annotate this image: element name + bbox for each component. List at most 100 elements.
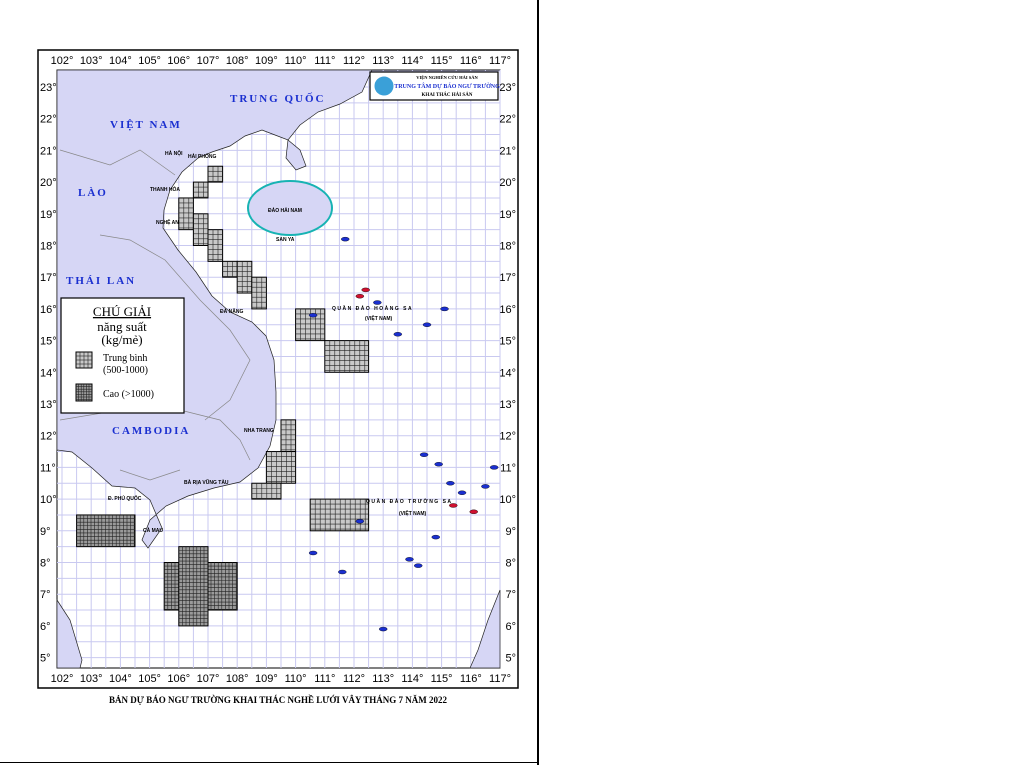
latitude-tick: 14°: [499, 367, 516, 379]
medium-yield-cell: [192, 181, 209, 199]
fishing-spot: [338, 569, 347, 575]
fishing-spot: [457, 490, 467, 495]
fishing-spot: [373, 300, 382, 305]
institute-logo-icon: [373, 75, 395, 97]
longitude-tick: 113°: [372, 673, 394, 685]
latitude-tick: 12°: [499, 431, 516, 443]
latitude-tick: 10°: [40, 494, 57, 506]
label-phuquoc: Đ. PHÚ QUỐC: [108, 495, 142, 502]
latitude-tick: 5°: [505, 653, 516, 665]
longitude-tick: 106°: [167, 673, 190, 685]
label-thailand: THÁI LAN: [66, 275, 136, 287]
fishing-spot: [431, 534, 440, 540]
latitude-tick: 11°: [500, 462, 516, 474]
fishing-spot: [308, 313, 318, 318]
fishing-spot: [422, 322, 432, 327]
label-truongsa-vn: (VIỆT NAM): [399, 509, 427, 517]
latitude-tick: 6°: [505, 621, 516, 633]
fishing-spot: [489, 465, 499, 470]
latitude-tick: 23°: [499, 82, 516, 94]
legend-medium-range: (500-1000): [103, 365, 148, 376]
fishing-spot: [405, 557, 414, 562]
latitude-tick: 14°: [40, 367, 57, 379]
latitude-tick: 21°: [40, 145, 57, 157]
label-hoangsa: QUẦN ĐẢO HOÀNG SA: [332, 305, 413, 312]
label-camau: CÀ MAU: [143, 527, 163, 534]
latitude-tick: 18°: [499, 241, 516, 253]
latitude-tick: 13°: [499, 399, 516, 411]
label-hanoi: HÀ NỘI: [165, 149, 183, 157]
label-haiphong: HẢI PHÒNG: [188, 152, 216, 160]
fishing-spot: [355, 519, 365, 524]
latitude-tick: 7°: [505, 589, 516, 601]
longitude-tick: 103°: [80, 673, 103, 685]
longitude-tick: 113°: [372, 55, 394, 67]
longitude-tick: 107°: [197, 55, 220, 67]
longitude-tick: 112°: [343, 673, 365, 685]
longitude-tick: 104°: [109, 673, 132, 685]
longitude-tick: 116°: [460, 55, 482, 67]
fishing-spot: [379, 626, 388, 632]
longitude-tick: 107°: [197, 673, 220, 685]
label-truongsa: QUẦN ĐẢO TRƯỜNG SA: [366, 497, 453, 505]
fishing-spot: [355, 294, 365, 299]
latitude-tick: 19°: [40, 209, 57, 221]
logo-box: VIỆN NGHIÊN CỨU HẢI SẢN TRUNG TÂM DỰ BÁO…: [369, 71, 500, 101]
fishing-spot: [469, 509, 478, 514]
legend-high-swatch: [75, 383, 93, 402]
label-nhatrang: NHA TRANG: [244, 428, 274, 434]
latitude-tick: 6°: [40, 621, 51, 633]
label-vungtau: BÀ RỊA VŨNG TÀU: [184, 479, 229, 486]
longitude-tick: 108°: [226, 55, 249, 67]
longitude-tick: 112°: [343, 55, 365, 67]
longitude-tick: 111°: [314, 673, 335, 685]
latitude-tick: 9°: [505, 526, 516, 538]
latitude-tick: 11°: [40, 462, 56, 474]
longitude-tick: 102°: [51, 55, 74, 67]
latitude-tick: 10°: [499, 494, 516, 506]
longitude-tick: 117°: [489, 673, 511, 685]
latitude-tick: 17°: [499, 272, 516, 284]
longitude-tick: 102°: [51, 673, 74, 685]
legend: CHÚ GIẢI năng suất (kg/mẻ) Trung bình (5…: [60, 297, 185, 414]
latitude-tick: 23°: [40, 82, 57, 94]
latitude-tick: 9°: [40, 526, 51, 538]
fishing-forecast-map: 102° 102° 103° 103° 104° 104° 105° 105° 106° 106°…: [37, 49, 519, 705]
fishing-spot: [440, 306, 449, 312]
fishing-spot: [446, 481, 455, 486]
longitude-tick: 103°: [80, 55, 103, 67]
label-china: TRUNG QUỐC: [230, 92, 325, 105]
latitude-tick: 16°: [499, 304, 516, 316]
latitude-tick: 19°: [499, 209, 516, 221]
longitude-tick: 115°: [431, 55, 453, 67]
legend-title: CHÚ GIẢI: [93, 304, 151, 319]
high-yield-cell: [76, 514, 136, 548]
logo-line1: VIỆN NGHIÊN CỨU HẢI SẢN: [416, 75, 478, 80]
label-sanya: SAN YA: [276, 237, 295, 243]
legend-unit: (kg/mẻ): [101, 332, 142, 347]
longitude-tick: 114°: [401, 673, 423, 685]
latitude-tick: 16°: [40, 304, 57, 316]
longitude-tick: 106°: [167, 55, 190, 67]
latitude-tick: 8°: [505, 558, 516, 570]
fishing-spot: [414, 563, 423, 568]
legend-high-label: Cao (>1000): [103, 389, 154, 400]
latitude-tick: 22°: [499, 114, 516, 126]
longitude-tick: 109°: [255, 55, 278, 67]
fishing-spot: [481, 484, 490, 489]
map-caption: BẢN DỰ BÁO NGƯ TRƯỜNG KHAI THÁC NGHỀ LƯỚ…: [109, 695, 447, 705]
label-hainan: ĐẢO HẢI NAM: [268, 207, 302, 214]
label-vietnam: VIỆT NAM: [110, 118, 182, 131]
legend-medium-swatch: [75, 351, 93, 369]
longitude-tick: 105°: [138, 673, 161, 685]
latitude-tick: 18°: [40, 241, 57, 253]
label-cambodia: CAMBODIA: [112, 425, 190, 437]
logo-line2: TRUNG TÂM DỰ BÁO NGƯ TRƯỜNG: [394, 82, 500, 90]
longitude-tick: 108°: [226, 673, 249, 685]
longitude-tick: 117°: [489, 55, 511, 67]
latitude-tick: 15°: [499, 336, 516, 348]
latitude-tick: 22°: [40, 114, 57, 126]
longitude-tick: 105°: [138, 55, 161, 67]
fishing-spot: [308, 550, 318, 556]
medium-yield-cell: [222, 260, 238, 278]
